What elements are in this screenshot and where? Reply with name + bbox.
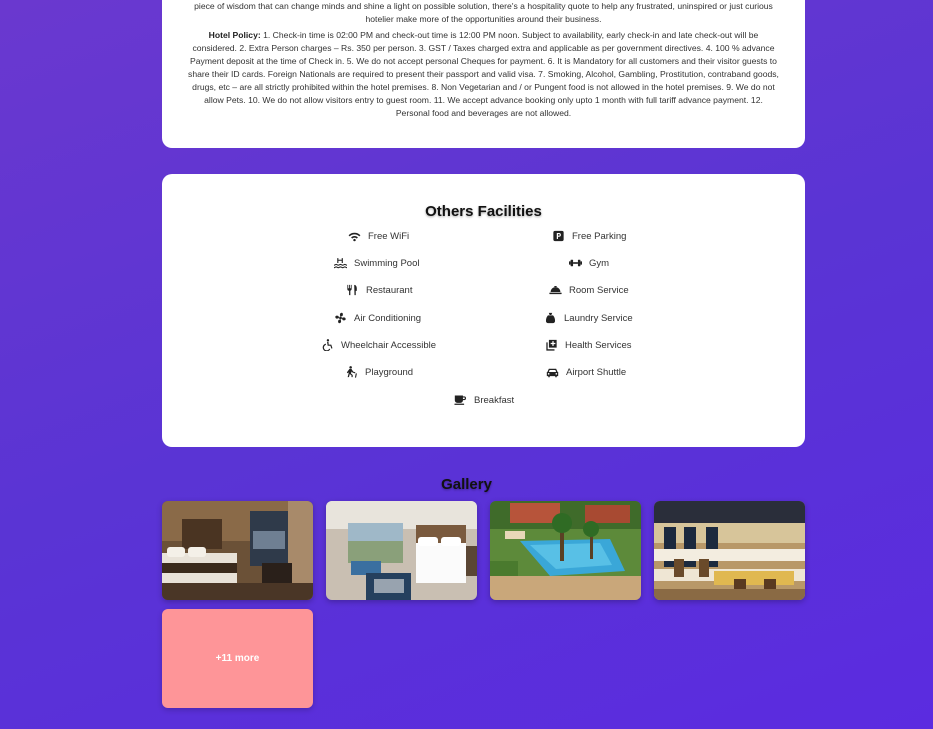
- gallery-image-room[interactable]: [326, 501, 477, 600]
- wifi-icon: [347, 230, 361, 242]
- gallery-image-pool[interactable]: [490, 501, 641, 600]
- hotel-policy-label: Hotel Policy:: [208, 30, 261, 40]
- gallery-image-bedroom[interactable]: [162, 501, 313, 600]
- child-playing-icon: [344, 366, 358, 378]
- swimming-pool-icon: [333, 257, 347, 269]
- facility-restaurant: Restaurant: [345, 284, 412, 296]
- fan-icon: [333, 312, 347, 324]
- gallery-image-restaurant[interactable]: [654, 501, 805, 600]
- facility-health-services: Health Services: [544, 339, 632, 351]
- policy-intro-text: piece of wisdom that can change minds an…: [194, 1, 773, 24]
- facilities-title: Others Facilities: [425, 203, 542, 220]
- facility-wheelchair-accessible: Wheelchair Accessible: [320, 339, 436, 351]
- dumbbell-icon: [568, 257, 582, 269]
- facilities-card: Others Facilities Free WiFi Free Parking…: [162, 174, 805, 447]
- facility-free-parking: Free Parking: [551, 230, 626, 242]
- gallery-more-button[interactable]: +11 more: [162, 609, 313, 708]
- facility-breakfast: Breakfast: [453, 394, 514, 406]
- hotel-policy-body: 1. Check-in time is 02:00 PM and check-o…: [188, 30, 779, 118]
- facility-gym: Gym: [568, 257, 609, 269]
- facility-room-service: Room Service: [548, 284, 629, 296]
- coffee-mug-icon: [453, 394, 467, 406]
- hotel-policy-card: piece of wisdom that can change minds an…: [162, 0, 805, 148]
- laundry-bag-icon: [543, 312, 557, 324]
- parking-icon: [551, 230, 565, 242]
- medical-kit-icon: [544, 339, 558, 351]
- facility-airport-shuttle: Airport Shuttle: [545, 366, 626, 378]
- facility-free-wifi: Free WiFi: [347, 230, 409, 242]
- car-icon: [545, 366, 559, 378]
- hotel-policy-text: Hotel Policy: 1. Check-in time is 02:00 …: [188, 29, 779, 120]
- gallery-title: Gallery: [441, 476, 492, 493]
- concierge-bell-icon: [548, 284, 562, 296]
- facility-laundry-service: Laundry Service: [543, 312, 633, 324]
- utensils-icon: [345, 284, 359, 296]
- facility-playground: Playground: [344, 366, 413, 378]
- facility-swimming-pool: Swimming Pool: [333, 257, 419, 269]
- facility-air-conditioning: Air Conditioning: [333, 312, 421, 324]
- wheelchair-icon: [320, 339, 334, 351]
